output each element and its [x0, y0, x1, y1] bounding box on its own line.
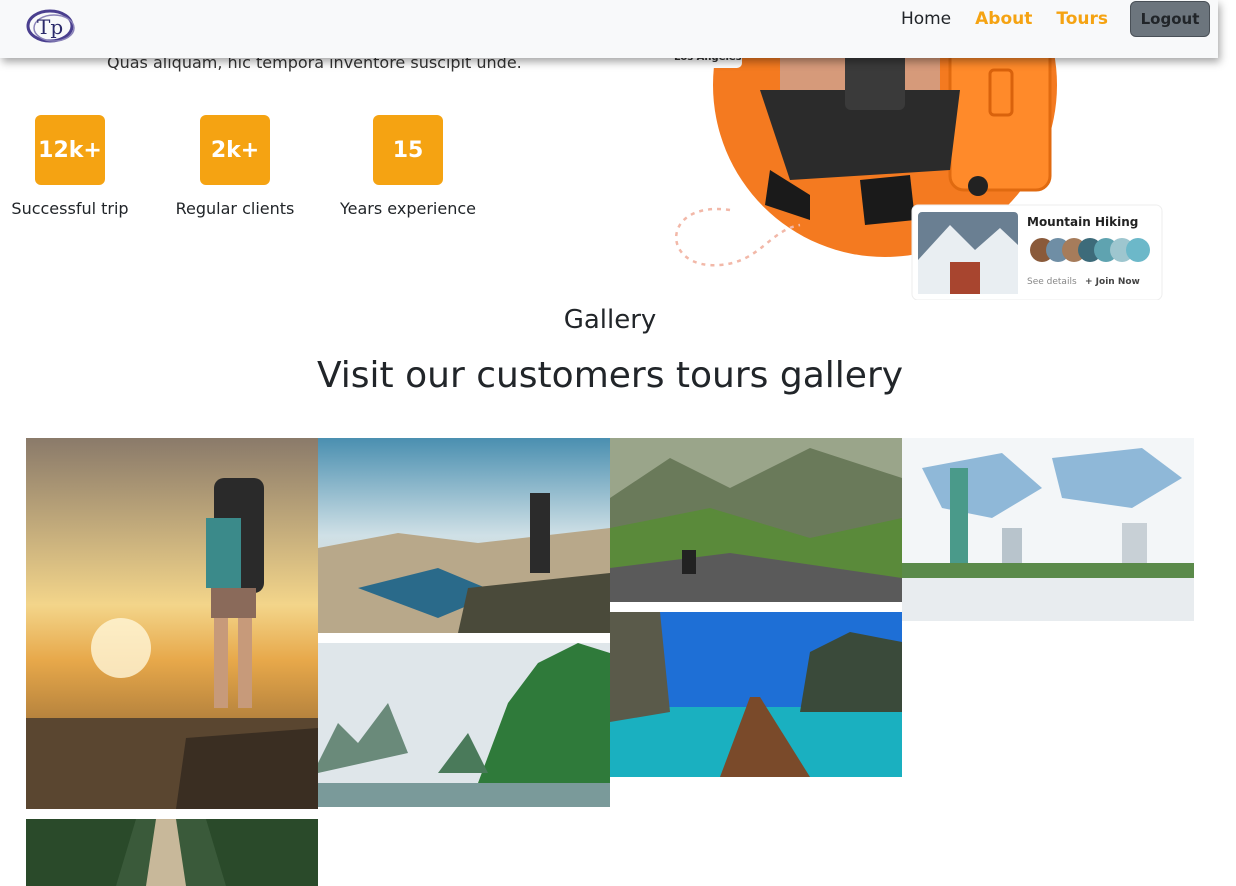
gallery-image-rope-bridge[interactable] [26, 819, 318, 886]
gallery-image-mountain-valley[interactable] [610, 438, 902, 602]
stat-regular-clients: 2k+ Regular clients [155, 115, 315, 218]
svg-text:+ Join Now: + Join Now [1085, 277, 1140, 287]
svg-text:Mountain Hiking: Mountain Hiking [1027, 215, 1138, 229]
nav-links: Home About Tours [901, 8, 1108, 30]
stat-label: Years experience [340, 199, 476, 218]
stat-successful-trip: 12k+ Successful trip [0, 115, 150, 218]
stat-value: 12k+ [35, 115, 105, 185]
gallery-title: Visit our customers tours gallery [316, 355, 904, 396]
gallery-image-longtail-boat[interactable] [610, 612, 902, 777]
stat-years-experience: 15 Years experience [328, 115, 488, 218]
gallery-image-hiker-sunset[interactable] [26, 438, 318, 809]
logout-button[interactable]: Logout [1130, 1, 1210, 37]
stat-label: Regular clients [175, 199, 295, 218]
gallery-image-statue-of-liberty[interactable] [902, 438, 1194, 621]
svg-text:Tp: Tp [37, 15, 63, 39]
brand-logo[interactable]: Tp [24, 4, 80, 46]
gallery-image-karst-river[interactable] [318, 643, 610, 807]
nav-home-link[interactable]: Home [901, 8, 951, 30]
stat-label: Successful trip [11, 199, 129, 218]
stat-value: 2k+ [200, 115, 270, 185]
svg-text:See details: See details [1027, 277, 1077, 287]
gallery-subtitle: Gallery [563, 305, 657, 335]
navbar: Tp Home About Tours Logout [0, 0, 1218, 58]
gallery-image-photographer-lake[interactable] [318, 438, 610, 633]
stat-value: 15 [373, 115, 443, 185]
nav-tours-link[interactable]: Tours [1056, 8, 1108, 30]
nav-about-link[interactable]: About [975, 8, 1032, 30]
